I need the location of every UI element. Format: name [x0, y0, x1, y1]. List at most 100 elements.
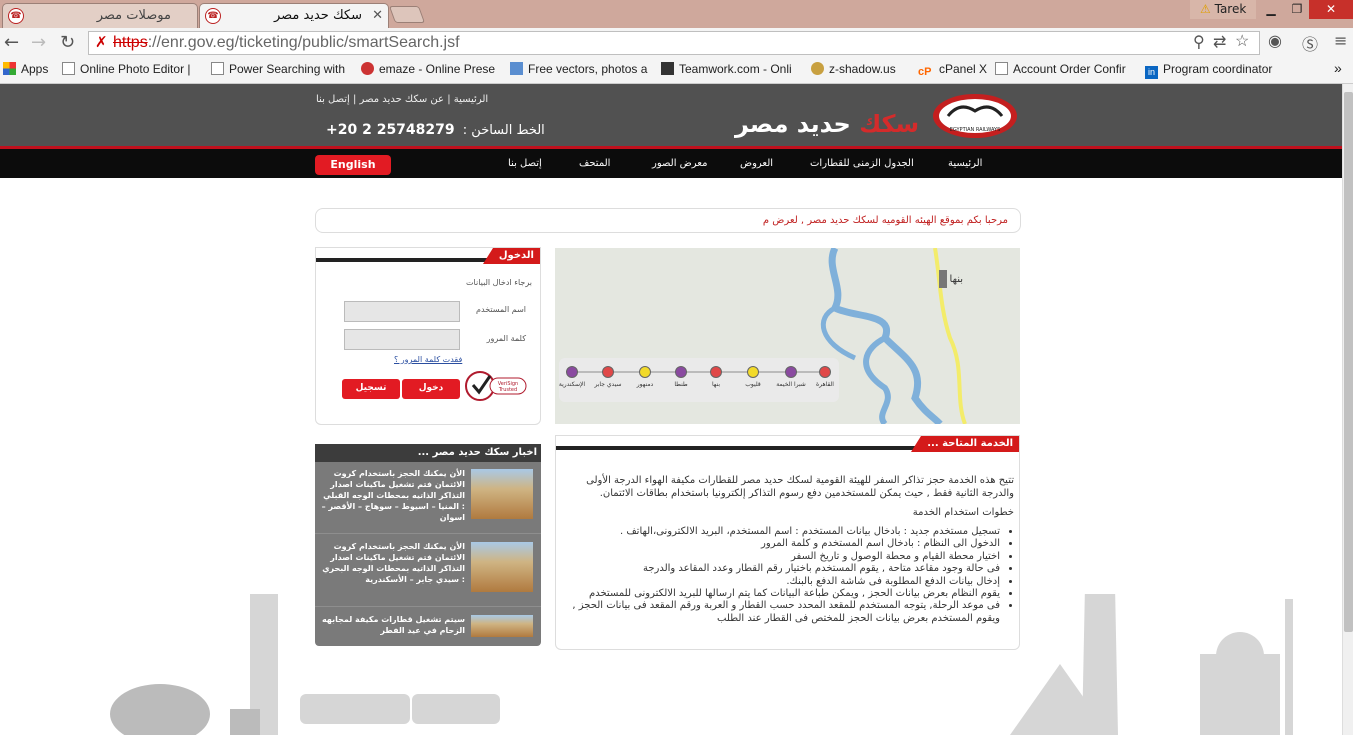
bookmark-label: cPanel X — [939, 62, 988, 76]
bookmark-item[interactable]: Teamwork.com - Onli — [661, 62, 798, 76]
news-item[interactable]: الأن يمكنك الحجز باستخدام كروت الائتمان … — [315, 462, 541, 534]
header-top-links[interactable]: الرئيسية | عن سكك حديد مصر | إتصل بنا — [316, 94, 526, 105]
window-close-icon[interactable]: ✕ — [1309, 0, 1353, 19]
map-city-label: بنها — [950, 274, 963, 285]
forward-arrow-icon[interactable]: → — [31, 32, 46, 54]
reload-icon[interactable]: ↻ — [60, 32, 75, 54]
vertical-scrollbar[interactable] — [1342, 84, 1353, 735]
news-item-text[interactable]: سيتم تشغيل قطارات مكيفة لمجابهه الزحام ف… — [321, 614, 465, 636]
username-field[interactable] — [344, 301, 460, 322]
news-thumbnail[interactable] — [471, 469, 533, 519]
station-dot[interactable] — [566, 366, 578, 378]
scrollbar-thumb[interactable] — [1344, 92, 1353, 632]
skype-icon[interactable]: Ⓢ — [1302, 31, 1318, 55]
tab-enr[interactable]: ☎ سكك حديد مصر ✕ — [199, 3, 389, 28]
step-item: فى حالة وجود مقاعد متاحة , يقوم المستخدم… — [566, 563, 1000, 575]
bookmark-item[interactable]: Online Photo Editor | — [62, 62, 202, 76]
bookmark-item[interactable]: cP cPanel X — [918, 62, 990, 79]
new-tab-button[interactable] — [388, 6, 426, 23]
extension-reel-icon[interactable]: ◉ — [1268, 31, 1282, 50]
emaze-icon — [361, 62, 374, 75]
login-button[interactable]: دخول — [402, 379, 460, 399]
restore-icon[interactable]: ❐ — [1284, 0, 1310, 19]
station-dot[interactable] — [819, 366, 831, 378]
nav-gallery[interactable]: معرض الصور — [652, 158, 707, 169]
bookmark-item[interactable]: Power Searching with — [211, 62, 346, 76]
zshadow-icon — [811, 62, 824, 75]
station-dot[interactable] — [785, 366, 797, 378]
bookmark-label: z-shadow.us — [829, 62, 896, 76]
tab-title: سكك حديد مصر — [273, 8, 362, 23]
news-item[interactable]: الأن يمكنك الحجز باستخدام كروت الائتمان … — [315, 535, 541, 607]
step-item: الدخول الى النظام : بادخال اسم المستخدم … — [566, 538, 1000, 550]
login-panel: الدخول برجاء ادخال البيانات اسم المستخدم… — [315, 247, 541, 425]
station-label: القاهرة — [816, 381, 834, 388]
password-label: كلمة المرور — [486, 334, 526, 343]
bookmark-apps[interactable]: Apps — [3, 62, 58, 76]
news-item-text[interactable]: الأن يمكنك الحجز باستخدام كروت الائتمان … — [321, 468, 465, 523]
tab-title: موصلات مصر — [96, 8, 171, 23]
bookmark-label: Online Photo Editor | — [80, 62, 191, 76]
english-button[interactable]: English — [315, 155, 391, 175]
station-dot[interactable] — [710, 366, 722, 378]
bookmark-item[interactable]: z-shadow.us — [811, 62, 911, 76]
bookmark-item[interactable]: Account Order Confir — [995, 62, 1135, 76]
tab-mowasalat[interactable]: ☎ موصلات مصر — [2, 3, 198, 28]
service-intro: تتيح هذه الخدمة حجز تذاكر السفر للهيئة ا… — [586, 475, 1014, 499]
register-button[interactable]: تسجيل — [342, 379, 400, 399]
verisign-trusted-badge[interactable]: VeriSign Trusted — [464, 370, 528, 402]
minimize-icon[interactable]: ▁ — [1258, 0, 1284, 19]
forgot-password-link[interactable]: فقدت كلمة المرور ؟ — [394, 355, 462, 364]
station-dot[interactable] — [747, 366, 759, 378]
bookmark-item[interactable]: Free vectors, photos a — [510, 62, 648, 76]
main-nav: الرئيسية الجدول الزمنى للقطارات العروض م… — [0, 146, 1342, 178]
page-icon — [62, 62, 75, 75]
enr-logo[interactable]: EGYPTIAN RAILWAYS — [930, 91, 1020, 141]
news-thumbnail[interactable] — [471, 542, 533, 592]
brand-white-words: حديد مصر — [735, 110, 851, 138]
warning-icon: ⚠ — [1200, 2, 1211, 16]
back-arrow-icon[interactable]: ← — [4, 32, 19, 54]
service-panel-header: الخدمة المتاحة ... — [556, 436, 1019, 452]
nav-timetable[interactable]: الجدول الزمنى للقطارات — [810, 158, 914, 169]
menu-icon[interactable]: ≡ — [1334, 31, 1347, 50]
station-dot[interactable] — [602, 366, 614, 378]
nav-contact[interactable]: إتصل بنا — [508, 158, 542, 169]
service-title: الخدمة المتاحة ... — [911, 436, 1019, 452]
more-bookmarks-icon[interactable]: » — [1334, 60, 1342, 76]
bookmark-star-icon[interactable]: ☆ — [1235, 31, 1249, 53]
news-thumbnail[interactable] — [471, 615, 533, 637]
station-label: دمنهور — [636, 381, 654, 388]
badge-line2: Trusted — [498, 387, 517, 393]
profile-button[interactable]: ⚠ Tarek — [1190, 0, 1257, 19]
bookmark-item[interactable]: in Program coordinator — [1145, 62, 1283, 79]
hotline-number: +20 2 25748279 — [326, 122, 455, 138]
bookmark-label: Program coordinator — [1163, 62, 1273, 76]
nav-museum[interactable]: المتحف — [579, 158, 610, 169]
close-tab-icon[interactable]: ✕ — [372, 4, 383, 27]
password-field[interactable] — [344, 329, 460, 350]
station-label: بنها — [711, 381, 721, 388]
route-map: بنها القاهرة شبرا الخيمة قليوب بنها طنطا دمنه… — [555, 248, 1020, 424]
step-item: إدخال بيانات الدفع المطلوبة فى شاشة الدف… — [566, 576, 1000, 588]
news-item-text[interactable]: الأن يمكنك الحجز باستخدام كروت الائتمان … — [321, 541, 465, 585]
hotline: الخط الساخن : +20 2 25748279 — [326, 122, 545, 138]
bookmark-label: Teamwork.com - Onli — [679, 62, 792, 76]
news-item[interactable]: سيتم تشغيل قطارات مكيفة لمجابهه الزحام ف… — [315, 608, 541, 646]
translate-icon[interactable]: ⇄ — [1213, 32, 1226, 54]
nav-offers[interactable]: العروض — [740, 158, 773, 169]
browser-tab-strip: ☎ موصلات مصر ☎ سكك حديد مصر ✕ ⚠ Tarek ▁ … — [0, 0, 1353, 28]
station-dot[interactable] — [639, 366, 651, 378]
nav-home[interactable]: الرئيسية — [948, 158, 982, 169]
bookmark-label: Apps — [21, 62, 49, 76]
site-favicon-icon: ☎ — [8, 8, 24, 24]
station-dot[interactable] — [675, 366, 687, 378]
zoom-icon[interactable]: ⚲ — [1193, 32, 1205, 54]
bookmarks-bar: Apps Online Photo Editor | Power Searchi… — [0, 58, 1353, 84]
bookmark-item[interactable]: emaze - Online Prese — [361, 62, 496, 76]
teamwork-icon — [661, 62, 674, 75]
address-bar[interactable]: ✗ https://enr.gov.eg/ticketing/public/sm… — [88, 31, 1260, 55]
page-icon — [211, 62, 224, 75]
profile-name: Tarek — [1214, 2, 1247, 16]
freepik-icon — [510, 62, 523, 75]
